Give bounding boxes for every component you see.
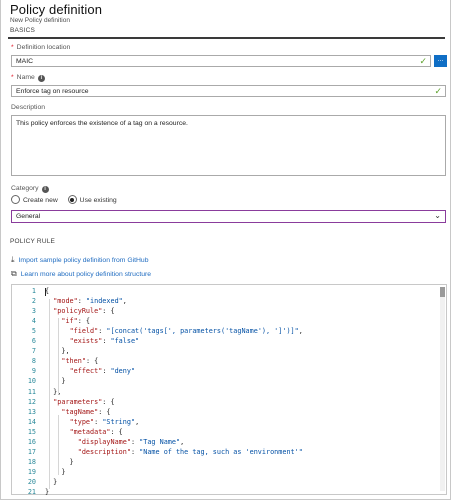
code-line: "then": { [61,357,99,366]
category-label-text: Category [11,185,39,192]
line-number: 14 [27,417,36,426]
code-line: "policyRule": { [53,307,115,316]
line-number: 4 [31,317,36,326]
code-line: "exists": "false" [69,337,140,346]
category-radio-group: Create new Use existing [11,195,117,204]
line-number: 2 [31,297,36,306]
line-number: 12 [27,397,36,406]
page-subtitle: New Policy definition [10,17,70,24]
line-number: 7 [31,347,36,356]
line-number: 15 [27,427,36,436]
learn-more-link-text[interactable]: Learn more about policy definition struc… [21,271,151,278]
definition-location-label: * Definition location [11,44,70,51]
indent-guide [49,299,50,489]
code-line: "metadata": { [69,427,123,436]
indent-guide [58,415,59,475]
definition-location-value: MAIC [16,58,33,65]
description-textarea[interactable]: This policy enforces the existence of a … [11,115,446,176]
code-line: "field": "[concat('tags[', parameters('t… [69,327,303,336]
text-cursor [45,288,46,296]
line-number: 8 [31,357,36,366]
import-sample-link-text[interactable]: Import sample policy definition from Git… [19,257,149,264]
line-number: 9 [31,367,36,376]
info-icon[interactable]: i [37,75,45,82]
name-value: Enforce tag on resource [16,88,89,95]
radio-circle-selected[interactable] [67,195,77,204]
line-number: 19 [27,467,36,476]
external-link-icon: ⧉ [11,269,17,278]
vertical-scrollbar-thumb[interactable] [440,287,445,297]
line-number: 6 [31,337,36,346]
vertical-scrollbar-track[interactable] [440,287,445,491]
name-label: * Name i [11,74,45,82]
policy-rule-code-editor[interactable]: 1 2 3 4 5 6 7 8 9 10 11 12 13 14 15 16 17 18 19 20 21 { "mod… [11,284,447,496]
check-icon: ✓ [419,56,427,66]
definition-location-label-text: Definition location [16,44,71,51]
name-label-text: Name [16,74,35,81]
page-title: Policy definition [10,2,103,17]
line-number: 10 [27,377,36,386]
line-number: 20 [27,477,36,486]
category-label: Category i [11,185,49,193]
code-line: "parameters": { [53,397,115,406]
code-line: "type": "String", [69,417,140,426]
code-line: } [45,488,50,496]
line-number: 11 [27,387,36,396]
category-select[interactable]: General ⌄ [11,210,446,223]
definition-location-field[interactable]: MAIC ✓ [11,55,431,67]
line-number: 13 [27,407,36,416]
radio-use-existing[interactable]: Use existing [67,195,117,204]
chevron-down-icon[interactable]: ⌄ [434,211,441,220]
download-icon: ⤓ [11,255,15,264]
check-icon: ✓ [434,86,442,96]
info-icon[interactable]: i [41,186,49,193]
import-sample-link[interactable]: ⤓ Import sample policy definition from Gi… [11,255,149,265]
radio-create-new[interactable]: Create new [11,195,58,204]
line-number: 16 [27,437,36,446]
indent-guide [58,318,59,393]
basics-divider [8,37,445,39]
line-number: 17 [27,447,36,456]
browse-location-button[interactable]: ... [434,55,447,67]
line-number: 1 [31,287,36,295]
line-number: 3 [31,307,36,316]
name-field[interactable]: Enforce tag on resource ✓ [11,85,446,97]
code-line: "mode": "indexed", [53,297,127,306]
radio-circle[interactable] [11,195,20,204]
basics-section-label: BASICS [10,27,36,34]
code-line: "tagName": { [61,407,111,416]
required-marker: * [11,44,14,51]
learn-more-link[interactable]: ⧉ Learn more about policy definition stru… [11,269,151,279]
radio-use-existing-label: Use existing [79,197,117,204]
line-number: 21 [27,488,36,496]
code-line: "description": "Name of the tag, such as… [77,447,303,456]
code-line: "if": { [61,317,91,326]
category-selected-value: General [16,213,41,220]
description-label: Description [11,104,45,111]
radio-create-new-label: Create new [23,197,58,204]
policy-rule-section-label: POLICY RULE [10,238,56,245]
line-number: 5 [31,327,36,336]
line-number: 18 [27,457,36,466]
code-line: "displayName": "Tag Name", [77,437,185,446]
required-marker: * [11,74,14,81]
code-line: } [45,477,58,486]
